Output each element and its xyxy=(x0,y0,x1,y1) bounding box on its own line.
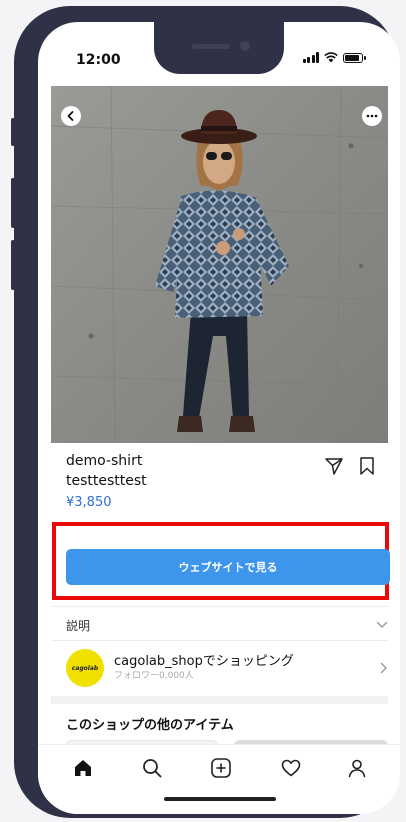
product-price: ¥3,850 xyxy=(66,495,112,510)
ellipsis-icon xyxy=(366,114,378,118)
shop-text: cagolab_shopでショッピング フォロワー0,000人 xyxy=(114,653,380,683)
front-camera xyxy=(240,41,250,51)
divider xyxy=(51,606,388,607)
shop-followers: フォロワー0,000人 xyxy=(114,671,194,681)
chevron-down-icon xyxy=(376,621,388,628)
more-items-title: このショップの他のアイテム xyxy=(66,718,234,733)
model-image xyxy=(51,86,388,443)
product-actions xyxy=(324,456,376,476)
paper-plane-icon[interactable] xyxy=(324,456,344,476)
phone-frame: 12:00 demo-shirt testtesttest ¥3,850 ウェブ… xyxy=(14,6,400,818)
status-icons xyxy=(302,52,366,63)
tab-profile[interactable] xyxy=(344,755,370,781)
notch xyxy=(154,22,284,74)
divider xyxy=(51,640,388,641)
wifi-icon xyxy=(324,52,338,63)
view-website-button[interactable]: ウェブサイトで見る xyxy=(66,549,390,585)
description-row[interactable]: 説明 xyxy=(66,614,388,636)
back-button[interactable] xyxy=(61,106,81,126)
signal-icon xyxy=(302,52,319,63)
more-options-button[interactable] xyxy=(362,106,382,126)
tab-search[interactable] xyxy=(139,755,165,781)
add-icon xyxy=(211,758,231,778)
product-info: demo-shirt testtesttest ¥3,850 xyxy=(66,452,376,510)
section-gap xyxy=(51,696,388,704)
profile-icon xyxy=(348,759,366,778)
phone-screen: 12:00 demo-shirt testtesttest ¥3,850 ウェブ… xyxy=(38,22,400,814)
tab-activity[interactable] xyxy=(278,755,304,781)
shop-logo: cagolab xyxy=(66,649,104,687)
tab-home[interactable] xyxy=(70,755,96,781)
chevron-left-icon xyxy=(67,111,74,121)
shop-row[interactable]: cagolab cagolab_shopでショッピング フォロワー0,000人 xyxy=(66,648,388,688)
bookmark-icon[interactable] xyxy=(358,456,376,476)
home-indicator xyxy=(164,797,276,801)
speaker-grille xyxy=(192,44,230,49)
tab-add[interactable] xyxy=(208,755,234,781)
bottom-tab-bar xyxy=(38,744,400,814)
search-icon xyxy=(143,759,162,778)
chevron-right-icon xyxy=(380,662,387,674)
description-label: 説明 xyxy=(66,618,91,633)
battery-icon xyxy=(343,52,363,63)
home-icon xyxy=(75,760,91,776)
product-photo xyxy=(51,86,388,443)
status-time: 12:00 xyxy=(76,52,121,68)
shop-name: cagolab_shopでショッピング xyxy=(114,654,294,669)
heart-icon xyxy=(281,759,301,777)
